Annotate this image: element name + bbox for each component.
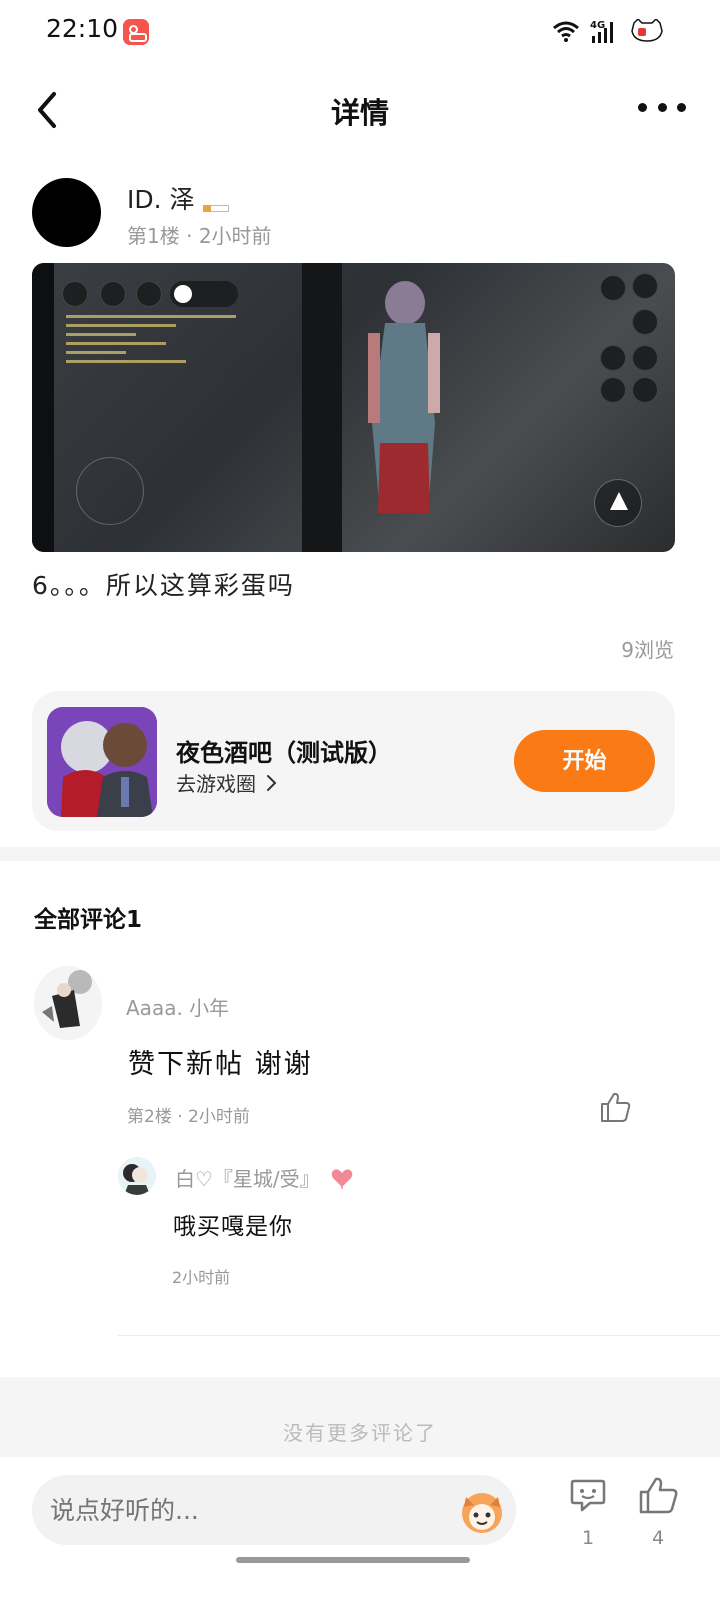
app-notification-icon xyxy=(123,19,149,45)
mascot-emoji-icon[interactable] xyxy=(456,1487,508,1535)
no-more-comments-label: 没有更多评论了 xyxy=(283,1421,437,1445)
game-character-figure xyxy=(368,281,440,513)
hud-ghost-button xyxy=(632,309,658,335)
hud-pill xyxy=(170,281,238,307)
author-name-row[interactable]: ID. 泽 xyxy=(127,180,237,216)
hud-emote-button xyxy=(600,345,626,371)
game-icon-art xyxy=(47,707,157,817)
comment-time: 2小时前 xyxy=(188,1107,250,1127)
comment-like-button[interactable] xyxy=(598,1090,632,1124)
reply-item: 白♡『星城/受』 哦买嘎是你 2小时前 xyxy=(118,1157,678,1287)
hud-skill-button xyxy=(600,377,626,403)
comment-meta: 第2楼 · 2小时前 xyxy=(127,1102,250,1127)
hud-camera-button xyxy=(632,377,658,403)
reply-avatar-art xyxy=(118,1157,156,1195)
hud-menu-button xyxy=(62,281,88,307)
status-bar: 22:10 4G xyxy=(0,0,720,64)
post-text: 6。。。所以这算彩蛋吗 xyxy=(32,571,295,600)
comment-count: 1 xyxy=(581,1527,595,1549)
comment-text: 赞下新帖 谢谢 xyxy=(128,1049,313,1080)
start-game-button[interactable]: 开始 xyxy=(514,730,655,792)
reply-avatar[interactable] xyxy=(118,1157,156,1195)
view-count: 9浏览 xyxy=(621,638,674,662)
reply-author: 白♡『星城/受』 xyxy=(175,1167,320,1191)
post-image[interactable] xyxy=(32,263,675,552)
comment-action-button[interactable]: 1 xyxy=(568,1475,608,1555)
cigarette-icon xyxy=(202,193,237,212)
like-count: 4 xyxy=(651,1527,665,1549)
game-title: 夜色酒吧（测试版） xyxy=(176,739,392,767)
commenter-name[interactable]: Aaaa. 小年 xyxy=(126,992,229,1021)
post-time: 2小时前 xyxy=(198,224,272,248)
page-title: 详情 xyxy=(330,96,389,130)
signal-icon: 4G xyxy=(590,20,613,43)
post-author-row: ID. 泽 第1楼 · 2小时前 xyxy=(32,178,692,248)
hud-action-button xyxy=(632,345,658,371)
commenter-avatar-art xyxy=(34,966,102,1040)
section-divider xyxy=(0,847,720,861)
hud-refresh-button xyxy=(600,275,626,301)
divider xyxy=(118,1335,720,1336)
game-circle-link[interactable]: 去游戏圈 xyxy=(176,768,278,797)
hud-joystick xyxy=(76,457,144,525)
commenter-avatar[interactable] xyxy=(34,966,102,1040)
hud-chat-log xyxy=(66,315,256,369)
game-card[interactable]: 夜色酒吧（测试版） 去游戏圈 开始 xyxy=(32,691,675,831)
no-more-comments: 没有更多评论了 xyxy=(0,1377,720,1457)
thumbs-up-icon xyxy=(639,1477,678,1514)
reply-time: 2小时前 xyxy=(172,1268,231,1287)
reply-author-row[interactable]: 白♡『星城/受』 xyxy=(175,1163,354,1192)
like-action-button[interactable]: 4 xyxy=(636,1475,680,1555)
post-floor: 第1楼 xyxy=(127,224,180,248)
hud-chat-button xyxy=(100,281,126,307)
more-button[interactable] xyxy=(638,92,686,122)
author-name: ID. 泽 xyxy=(127,185,195,214)
status-icons: 4G xyxy=(552,16,664,46)
battery-icon xyxy=(631,19,663,42)
heart-icon xyxy=(331,1168,352,1189)
more-dot xyxy=(657,102,667,112)
nav-bar: 详情 xyxy=(0,70,720,150)
thumbs-up-icon xyxy=(601,1092,631,1122)
more-dot xyxy=(677,102,686,112)
hud-friends-button xyxy=(136,281,162,307)
comment-icon xyxy=(570,1479,606,1512)
bottom-bar: 1 4 xyxy=(0,1457,720,1600)
wifi-icon xyxy=(553,21,579,42)
comment-item: Aaaa. 小年 赞下新帖 谢谢 第2楼 · 2小时前 xyxy=(34,966,684,1127)
game-circle-link-label: 去游戏圈 xyxy=(176,772,256,796)
game-icon[interactable] xyxy=(47,707,157,817)
meta-separator: · xyxy=(177,1107,189,1127)
comments-header: 全部评论1 xyxy=(34,907,143,933)
comment-input[interactable] xyxy=(32,1475,516,1545)
chevron-right-icon xyxy=(267,774,277,791)
meta-separator: · xyxy=(186,224,199,248)
hud-home-button xyxy=(632,273,658,299)
hud-jump-button xyxy=(594,479,642,527)
network-label: 4G xyxy=(590,20,605,31)
home-indicator[interactable] xyxy=(236,1557,470,1563)
author-avatar[interactable] xyxy=(32,178,101,247)
post-meta: 第1楼 · 2小时前 xyxy=(127,220,272,249)
comment-floor: 第2楼 xyxy=(127,1107,172,1127)
more-dot xyxy=(638,102,647,112)
reply-text: 哦买嘎是你 xyxy=(173,1214,293,1240)
status-time: 22:10 xyxy=(46,14,119,43)
